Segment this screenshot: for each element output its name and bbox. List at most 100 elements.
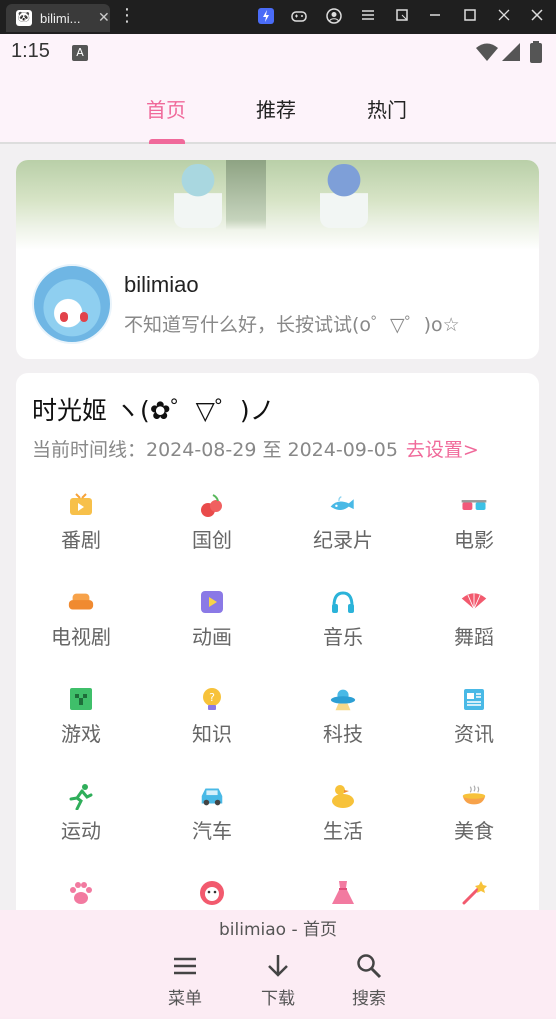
category-animation[interactable]: 动画 xyxy=(147,588,277,668)
page-caption: bilimiao - 首页 xyxy=(218,920,337,940)
user-motto: 不知道写什么好，长按试试(o゜▽゜)o☆ xyxy=(124,314,460,336)
category-cars[interactable]: 汽车 xyxy=(147,782,277,862)
status-bar: 1:15 A xyxy=(0,34,556,72)
username: bilimiao xyxy=(124,272,199,297)
gamepad-icon[interactable] xyxy=(289,7,309,27)
avatar-eye-right xyxy=(80,312,88,322)
category-sports[interactable]: 运动 xyxy=(16,782,146,862)
profile-card[interactable]: bilimiao 不知道写什么好，长按试试(o゜▽゜)o☆ xyxy=(16,160,539,359)
download-button[interactable]: 下载 xyxy=(243,952,313,1009)
signal-icon xyxy=(502,43,520,61)
notification-badge: A xyxy=(72,45,88,61)
maximize-icon[interactable] xyxy=(460,7,480,27)
search-icon xyxy=(357,954,382,979)
category-label: 番剧 xyxy=(61,528,101,552)
battery-icon xyxy=(530,41,542,63)
fan-icon xyxy=(460,588,488,616)
paw-icon xyxy=(67,879,95,907)
extension-icon[interactable] xyxy=(256,7,276,27)
category-guochuang[interactable]: 国创 xyxy=(147,491,277,571)
profile-banner xyxy=(16,160,539,250)
bottom-bar: bilimiao - 首页 菜单 下载 搜索 xyxy=(0,910,556,1019)
wifi-icon xyxy=(476,43,498,61)
tab-close-icon[interactable]: ✕ xyxy=(98,10,110,26)
tab-title: bilimi... xyxy=(40,10,81,26)
headphones-icon xyxy=(329,588,357,616)
site-favicon: 🐼 xyxy=(16,10,32,26)
category-label: 国创 xyxy=(192,528,232,552)
set-timeline-link[interactable]: 去设置> xyxy=(406,439,479,461)
category-label: 游戏 xyxy=(61,722,101,746)
menu-label: 菜单 xyxy=(168,989,202,1009)
category-games[interactable]: 游戏 xyxy=(16,685,146,765)
menu-icon[interactable] xyxy=(358,7,378,27)
dish-icon xyxy=(460,782,488,810)
category-dance[interactable]: 舞蹈 xyxy=(409,588,539,668)
category-label: 舞蹈 xyxy=(454,625,494,649)
status-time: 1:15 xyxy=(11,40,50,62)
category-label: 运动 xyxy=(61,819,101,843)
svg-text:?: ? xyxy=(209,691,215,704)
browser-titlebar: 🐼 bilimi... ✕ ⋮ xyxy=(0,0,556,34)
search-button[interactable]: 搜索 xyxy=(334,952,404,1009)
category-label: 电影 xyxy=(454,528,494,552)
category-label: 科技 xyxy=(323,722,363,746)
cherry-icon xyxy=(198,491,226,519)
account-icon[interactable] xyxy=(324,7,344,27)
category-anime[interactable]: 番剧 xyxy=(16,491,146,571)
banner-character-left xyxy=(174,164,222,228)
tab-home[interactable]: 首页 xyxy=(146,94,186,123)
category-label: 纪录片 xyxy=(313,528,373,552)
category-label: 电视剧 xyxy=(51,625,111,649)
tv-icon xyxy=(67,491,95,519)
tab-recommend[interactable]: 推荐 xyxy=(256,94,296,123)
tab-popular[interactable]: 热门 xyxy=(367,94,407,123)
sofa-icon xyxy=(67,588,95,616)
menu-button[interactable]: 菜单 xyxy=(150,952,220,1009)
top-tab-bar: 首页 推荐 热门 xyxy=(0,72,556,144)
download-icon xyxy=(268,955,288,977)
category-news[interactable]: 资讯 xyxy=(409,685,539,765)
minimize-icon[interactable] xyxy=(425,7,445,27)
category-music[interactable]: 音乐 xyxy=(278,588,408,668)
avatar[interactable] xyxy=(32,264,112,344)
category-tech[interactable]: 科技 xyxy=(278,685,408,765)
category-food[interactable]: 美食 xyxy=(409,782,539,862)
category-label: 动画 xyxy=(192,625,232,649)
category-movie[interactable]: 电影 xyxy=(409,491,539,571)
more-menu-icon[interactable]: ⋮ xyxy=(118,7,136,25)
runner-icon xyxy=(67,782,95,810)
download-label: 下载 xyxy=(261,989,295,1009)
category-tv-drama[interactable]: 电视剧 xyxy=(16,588,146,668)
avatar-eye-left xyxy=(60,312,68,322)
category-label: 汽车 xyxy=(192,819,232,843)
menu-icon xyxy=(174,957,196,975)
3d-glasses-icon xyxy=(460,491,488,519)
category-label: 生活 xyxy=(323,819,363,843)
category-label: 音乐 xyxy=(323,625,363,649)
banner-tree xyxy=(226,160,266,230)
banner-character-right xyxy=(320,164,368,228)
ufo-icon xyxy=(329,685,357,713)
play-icon xyxy=(198,588,226,616)
lightbulb-icon: ? xyxy=(198,685,226,713)
active-tab-indicator xyxy=(149,139,185,144)
timeline-text: 当前时间线：2024-08-29 至 2024-09-05 去设置> xyxy=(32,435,479,462)
category-life[interactable]: 生活 xyxy=(278,782,408,862)
car-icon xyxy=(198,782,226,810)
pig-face-icon xyxy=(198,879,226,907)
open-external-icon[interactable] xyxy=(392,7,412,27)
category-label: 资讯 xyxy=(454,722,494,746)
category-label: 美食 xyxy=(454,819,494,843)
category-documentary[interactable]: 纪录片 xyxy=(278,491,408,571)
close-window-icon[interactable] xyxy=(527,7,547,27)
creeper-icon xyxy=(67,685,95,713)
browser-tab[interactable]: 🐼 bilimi... ✕ xyxy=(6,4,110,32)
magic-wand-icon xyxy=(460,879,488,907)
dress-icon xyxy=(329,879,357,907)
shrink-icon[interactable] xyxy=(494,7,514,27)
section-title: 时光姬 ヽ(✿゜▽゜)ノ xyxy=(32,396,275,425)
timeline-range: 当前时间线：2024-08-29 至 2024-09-05 xyxy=(32,439,398,461)
duck-icon xyxy=(329,782,357,810)
category-knowledge[interactable]: ? 知识 xyxy=(147,685,277,765)
